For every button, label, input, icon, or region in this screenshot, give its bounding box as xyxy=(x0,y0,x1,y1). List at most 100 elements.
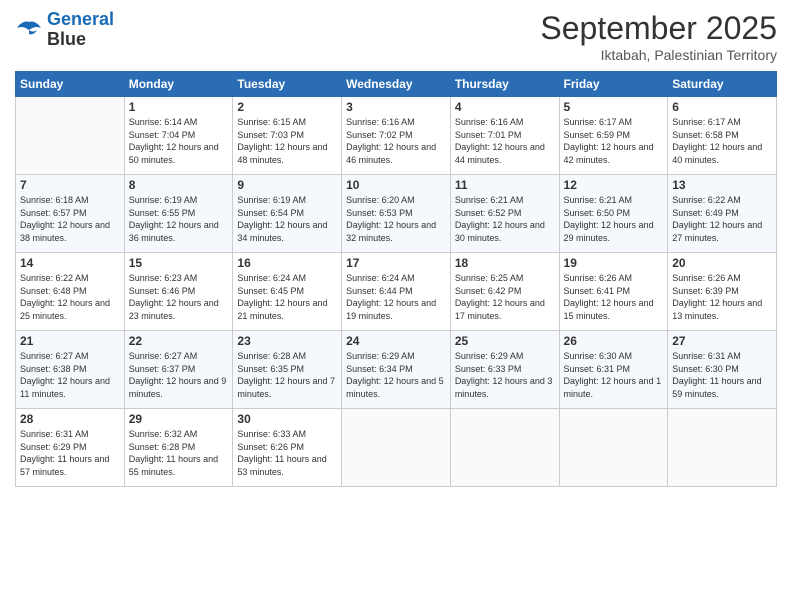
daylight-text: Daylight: 12 hours and 40 minutes. xyxy=(672,142,762,165)
sunset-text: Sunset: 6:48 PM xyxy=(20,286,87,296)
day-number: 22 xyxy=(129,334,229,348)
sunset-text: Sunset: 6:57 PM xyxy=(20,208,87,218)
calendar-cell: 7 Sunrise: 6:18 AM Sunset: 6:57 PM Dayli… xyxy=(16,175,125,253)
daylight-text: Daylight: 12 hours and 25 minutes. xyxy=(20,298,110,321)
calendar-cell xyxy=(559,409,668,487)
daylight-text: Daylight: 11 hours and 53 minutes. xyxy=(237,454,326,477)
sunset-text: Sunset: 6:59 PM xyxy=(564,130,631,140)
sunset-text: Sunset: 7:03 PM xyxy=(237,130,304,140)
calendar-cell: 23 Sunrise: 6:28 AM Sunset: 6:35 PM Dayl… xyxy=(233,331,342,409)
sunset-text: Sunset: 7:01 PM xyxy=(455,130,522,140)
day-number: 9 xyxy=(237,178,337,192)
day-number: 14 xyxy=(20,256,120,270)
sunrise-text: Sunrise: 6:26 AM xyxy=(672,273,741,283)
sunset-text: Sunset: 6:31 PM xyxy=(564,364,631,374)
calendar-cell: 28 Sunrise: 6:31 AM Sunset: 6:29 PM Dayl… xyxy=(16,409,125,487)
daylight-text: Daylight: 12 hours and 3 minutes. xyxy=(455,376,553,399)
sunrise-text: Sunrise: 6:32 AM xyxy=(129,429,198,439)
cell-info: Sunrise: 6:18 AM Sunset: 6:57 PM Dayligh… xyxy=(20,194,120,244)
calendar-cell: 18 Sunrise: 6:25 AM Sunset: 6:42 PM Dayl… xyxy=(450,253,559,331)
sunrise-text: Sunrise: 6:18 AM xyxy=(20,195,89,205)
day-number: 21 xyxy=(20,334,120,348)
sunset-text: Sunset: 7:04 PM xyxy=(129,130,196,140)
sunrise-text: Sunrise: 6:20 AM xyxy=(346,195,415,205)
calendar-cell: 21 Sunrise: 6:27 AM Sunset: 6:38 PM Dayl… xyxy=(16,331,125,409)
sunrise-text: Sunrise: 6:23 AM xyxy=(129,273,198,283)
daylight-text: Daylight: 12 hours and 23 minutes. xyxy=(129,298,219,321)
calendar-week-1: 7 Sunrise: 6:18 AM Sunset: 6:57 PM Dayli… xyxy=(16,175,777,253)
day-number: 10 xyxy=(346,178,446,192)
day-number: 5 xyxy=(564,100,664,114)
day-number: 17 xyxy=(346,256,446,270)
calendar-cell: 24 Sunrise: 6:29 AM Sunset: 6:34 PM Dayl… xyxy=(342,331,451,409)
cell-info: Sunrise: 6:24 AM Sunset: 6:44 PM Dayligh… xyxy=(346,272,446,322)
calendar-cell: 14 Sunrise: 6:22 AM Sunset: 6:48 PM Dayl… xyxy=(16,253,125,331)
cell-info: Sunrise: 6:24 AM Sunset: 6:45 PM Dayligh… xyxy=(237,272,337,322)
header: General Blue September 2025 Iktabah, Pal… xyxy=(15,10,777,63)
col-tuesday: Tuesday xyxy=(233,72,342,97)
cell-info: Sunrise: 6:16 AM Sunset: 7:01 PM Dayligh… xyxy=(455,116,555,166)
calendar-week-3: 21 Sunrise: 6:27 AM Sunset: 6:38 PM Dayl… xyxy=(16,331,777,409)
calendar-cell: 16 Sunrise: 6:24 AM Sunset: 6:45 PM Dayl… xyxy=(233,253,342,331)
calendar-cell xyxy=(450,409,559,487)
sunset-text: Sunset: 6:54 PM xyxy=(237,208,304,218)
sunrise-text: Sunrise: 6:22 AM xyxy=(20,273,89,283)
day-number: 11 xyxy=(455,178,555,192)
calendar-table: Sunday Monday Tuesday Wednesday Thursday… xyxy=(15,71,777,487)
sunrise-text: Sunrise: 6:27 AM xyxy=(20,351,89,361)
day-number: 30 xyxy=(237,412,337,426)
calendar-cell: 25 Sunrise: 6:29 AM Sunset: 6:33 PM Dayl… xyxy=(450,331,559,409)
sunrise-text: Sunrise: 6:21 AM xyxy=(455,195,524,205)
cell-info: Sunrise: 6:14 AM Sunset: 7:04 PM Dayligh… xyxy=(129,116,229,166)
cell-info: Sunrise: 6:17 AM Sunset: 6:59 PM Dayligh… xyxy=(564,116,664,166)
cell-info: Sunrise: 6:22 AM Sunset: 6:49 PM Dayligh… xyxy=(672,194,772,244)
sunset-text: Sunset: 6:39 PM xyxy=(672,286,739,296)
sunset-text: Sunset: 6:33 PM xyxy=(455,364,522,374)
sunset-text: Sunset: 6:53 PM xyxy=(346,208,413,218)
day-number: 23 xyxy=(237,334,337,348)
day-number: 7 xyxy=(20,178,120,192)
sunset-text: Sunset: 7:02 PM xyxy=(346,130,413,140)
daylight-text: Daylight: 12 hours and 19 minutes. xyxy=(346,298,436,321)
calendar-cell xyxy=(16,97,125,175)
cell-info: Sunrise: 6:21 AM Sunset: 6:50 PM Dayligh… xyxy=(564,194,664,244)
sunrise-text: Sunrise: 6:17 AM xyxy=(672,117,741,127)
calendar-cell: 4 Sunrise: 6:16 AM Sunset: 7:01 PM Dayli… xyxy=(450,97,559,175)
calendar-cell xyxy=(668,409,777,487)
daylight-text: Daylight: 12 hours and 30 minutes. xyxy=(455,220,545,243)
day-number: 25 xyxy=(455,334,555,348)
sunset-text: Sunset: 6:58 PM xyxy=(672,130,739,140)
logo: General Blue xyxy=(15,10,114,50)
day-number: 13 xyxy=(672,178,772,192)
col-thursday: Thursday xyxy=(450,72,559,97)
day-number: 3 xyxy=(346,100,446,114)
col-friday: Friday xyxy=(559,72,668,97)
daylight-text: Daylight: 12 hours and 7 minutes. xyxy=(237,376,335,399)
sunrise-text: Sunrise: 6:19 AM xyxy=(237,195,306,205)
sunrise-text: Sunrise: 6:17 AM xyxy=(564,117,633,127)
cell-info: Sunrise: 6:31 AM Sunset: 6:30 PM Dayligh… xyxy=(672,350,772,400)
logo-line2: Blue xyxy=(47,30,114,50)
month-title: September 2025 xyxy=(540,10,777,47)
cell-info: Sunrise: 6:16 AM Sunset: 7:02 PM Dayligh… xyxy=(346,116,446,166)
cell-info: Sunrise: 6:17 AM Sunset: 6:58 PM Dayligh… xyxy=(672,116,772,166)
calendar-cell: 3 Sunrise: 6:16 AM Sunset: 7:02 PM Dayli… xyxy=(342,97,451,175)
calendar-cell: 15 Sunrise: 6:23 AM Sunset: 6:46 PM Dayl… xyxy=(124,253,233,331)
logo-line1: General xyxy=(47,9,114,29)
sunrise-text: Sunrise: 6:16 AM xyxy=(346,117,415,127)
calendar-body: 1 Sunrise: 6:14 AM Sunset: 7:04 PM Dayli… xyxy=(16,97,777,487)
cell-info: Sunrise: 6:26 AM Sunset: 6:39 PM Dayligh… xyxy=(672,272,772,322)
daylight-text: Daylight: 12 hours and 34 minutes. xyxy=(237,220,327,243)
daylight-text: Daylight: 12 hours and 32 minutes. xyxy=(346,220,436,243)
calendar-cell: 9 Sunrise: 6:19 AM Sunset: 6:54 PM Dayli… xyxy=(233,175,342,253)
day-number: 8 xyxy=(129,178,229,192)
sunrise-text: Sunrise: 6:24 AM xyxy=(237,273,306,283)
sunset-text: Sunset: 6:52 PM xyxy=(455,208,522,218)
sunrise-text: Sunrise: 6:31 AM xyxy=(672,351,741,361)
day-number: 1 xyxy=(129,100,229,114)
calendar-cell: 26 Sunrise: 6:30 AM Sunset: 6:31 PM Dayl… xyxy=(559,331,668,409)
calendar-cell: 1 Sunrise: 6:14 AM Sunset: 7:04 PM Dayli… xyxy=(124,97,233,175)
cell-info: Sunrise: 6:27 AM Sunset: 6:38 PM Dayligh… xyxy=(20,350,120,400)
calendar-week-4: 28 Sunrise: 6:31 AM Sunset: 6:29 PM Dayl… xyxy=(16,409,777,487)
cell-info: Sunrise: 6:29 AM Sunset: 6:33 PM Dayligh… xyxy=(455,350,555,400)
